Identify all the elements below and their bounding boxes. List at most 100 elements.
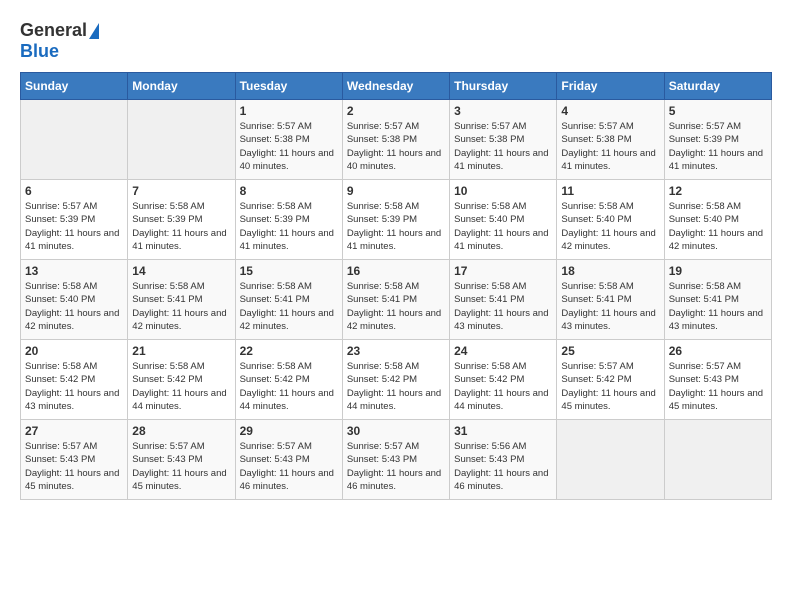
calendar-cell: 12 Sunrise: 5:58 AM Sunset: 5:40 PM Dayli… — [664, 180, 771, 260]
day-of-week-header: Thursday — [450, 73, 557, 100]
day-info: Sunrise: 5:56 AM Sunset: 5:43 PM Dayligh… — [454, 440, 552, 493]
day-info: Sunrise: 5:58 AM Sunset: 5:41 PM Dayligh… — [132, 280, 230, 333]
logo: General Blue — [20, 20, 99, 62]
day-number: 20 — [25, 344, 123, 358]
day-info: Sunrise: 5:58 AM Sunset: 5:39 PM Dayligh… — [347, 200, 445, 253]
day-number: 7 — [132, 184, 230, 198]
calendar-cell: 2 Sunrise: 5:57 AM Sunset: 5:38 PM Daylig… — [342, 100, 449, 180]
day-info: Sunrise: 5:58 AM Sunset: 5:40 PM Dayligh… — [669, 200, 767, 253]
calendar-cell: 15 Sunrise: 5:58 AM Sunset: 5:41 PM Dayli… — [235, 260, 342, 340]
calendar-cell: 24 Sunrise: 5:58 AM Sunset: 5:42 PM Dayli… — [450, 340, 557, 420]
calendar-cell: 16Sunrise: 5:58 AM Sunset: 5:41 PM Dayli… — [342, 260, 449, 340]
day-info: Sunrise: 5:58 AM Sunset: 5:42 PM Dayligh… — [347, 360, 445, 413]
day-of-week-header: Saturday — [664, 73, 771, 100]
calendar-table: SundayMondayTuesdayWednesdayThursdayFrid… — [20, 72, 772, 500]
day-info: Sunrise: 5:58 AM Sunset: 5:41 PM Dayligh… — [454, 280, 552, 333]
day-number: 15 — [240, 264, 338, 278]
day-number: 1 — [240, 104, 338, 118]
day-info: Sunrise: 5:57 AM Sunset: 5:43 PM Dayligh… — [25, 440, 123, 493]
calendar-week-row: 27 Sunrise: 5:57 AM Sunset: 5:43 PM Dayli… — [21, 420, 772, 500]
day-info: Sunrise: 5:57 AM Sunset: 5:43 PM Dayligh… — [347, 440, 445, 493]
calendar-cell: 23 Sunrise: 5:58 AM Sunset: 5:42 PM Dayli… — [342, 340, 449, 420]
day-number: 3 — [454, 104, 552, 118]
calendar-cell: 4Sunrise: 5:57 AM Sunset: 5:38 PM Daylig… — [557, 100, 664, 180]
day-number: 17 — [454, 264, 552, 278]
calendar-cell: 19 Sunrise: 5:58 AM Sunset: 5:41 PM Dayli… — [664, 260, 771, 340]
calendar-cell: 28 Sunrise: 5:57 AM Sunset: 5:43 PM Dayli… — [128, 420, 235, 500]
calendar-cell: 14 Sunrise: 5:58 AM Sunset: 5:41 PM Dayli… — [128, 260, 235, 340]
day-info: Sunrise: 5:58 AM Sunset: 5:42 PM Dayligh… — [132, 360, 230, 413]
day-number: 19 — [669, 264, 767, 278]
day-number: 8 — [240, 184, 338, 198]
calendar-cell: 30Sunrise: 5:57 AM Sunset: 5:43 PM Dayli… — [342, 420, 449, 500]
day-number: 6 — [25, 184, 123, 198]
day-info: Sunrise: 5:57 AM Sunset: 5:43 PM Dayligh… — [669, 360, 767, 413]
calendar-cell: 10 Sunrise: 5:58 AM Sunset: 5:40 PM Dayli… — [450, 180, 557, 260]
day-info: Sunrise: 5:57 AM Sunset: 5:38 PM Dayligh… — [347, 120, 445, 173]
calendar-week-row: 6 Sunrise: 5:57 AM Sunset: 5:39 PM Daylig… — [21, 180, 772, 260]
logo-general-text: General — [20, 20, 87, 41]
calendar-cell — [128, 100, 235, 180]
calendar-cell: 11 Sunrise: 5:58 AM Sunset: 5:40 PM Dayli… — [557, 180, 664, 260]
day-info: Sunrise: 5:57 AM Sunset: 5:43 PM Dayligh… — [240, 440, 338, 493]
day-number: 25 — [561, 344, 659, 358]
day-of-week-header: Friday — [557, 73, 664, 100]
calendar-week-row: 13Sunrise: 5:58 AM Sunset: 5:40 PM Dayli… — [21, 260, 772, 340]
day-info: Sunrise: 5:58 AM Sunset: 5:39 PM Dayligh… — [132, 200, 230, 253]
day-info: Sunrise: 5:58 AM Sunset: 5:41 PM Dayligh… — [240, 280, 338, 333]
day-number: 21 — [132, 344, 230, 358]
day-info: Sunrise: 5:57 AM Sunset: 5:38 PM Dayligh… — [240, 120, 338, 173]
day-of-week-header: Wednesday — [342, 73, 449, 100]
day-info: Sunrise: 5:58 AM Sunset: 5:42 PM Dayligh… — [454, 360, 552, 413]
day-number: 12 — [669, 184, 767, 198]
calendar-cell: 20 Sunrise: 5:58 AM Sunset: 5:42 PM Dayli… — [21, 340, 128, 420]
day-of-week-header: Sunday — [21, 73, 128, 100]
day-number: 9 — [347, 184, 445, 198]
calendar-cell: 1 Sunrise: 5:57 AM Sunset: 5:38 PM Daylig… — [235, 100, 342, 180]
day-number: 31 — [454, 424, 552, 438]
calendar-body: 1 Sunrise: 5:57 AM Sunset: 5:38 PM Daylig… — [21, 100, 772, 500]
day-info: Sunrise: 5:57 AM Sunset: 5:38 PM Dayligh… — [561, 120, 659, 173]
day-number: 24 — [454, 344, 552, 358]
calendar-cell — [664, 420, 771, 500]
day-info: Sunrise: 5:57 AM Sunset: 5:38 PM Dayligh… — [454, 120, 552, 173]
calendar-cell: 26Sunrise: 5:57 AM Sunset: 5:43 PM Dayli… — [664, 340, 771, 420]
day-of-week-header: Monday — [128, 73, 235, 100]
page-header: General Blue — [20, 20, 772, 62]
day-number: 23 — [347, 344, 445, 358]
logo-triangle-icon — [89, 23, 99, 39]
day-info: Sunrise: 5:58 AM Sunset: 5:42 PM Dayligh… — [25, 360, 123, 413]
day-info: Sunrise: 5:58 AM Sunset: 5:40 PM Dayligh… — [454, 200, 552, 253]
day-number: 28 — [132, 424, 230, 438]
day-number: 2 — [347, 104, 445, 118]
day-info: Sunrise: 5:57 AM Sunset: 5:43 PM Dayligh… — [132, 440, 230, 493]
calendar-cell: 9 Sunrise: 5:58 AM Sunset: 5:39 PM Daylig… — [342, 180, 449, 260]
day-info: Sunrise: 5:58 AM Sunset: 5:39 PM Dayligh… — [240, 200, 338, 253]
day-number: 22 — [240, 344, 338, 358]
calendar-cell — [21, 100, 128, 180]
logo-blue-text: Blue — [20, 41, 59, 62]
calendar-header: SundayMondayTuesdayWednesdayThursdayFrid… — [21, 73, 772, 100]
day-info: Sunrise: 5:57 AM Sunset: 5:39 PM Dayligh… — [25, 200, 123, 253]
calendar-cell: 3 Sunrise: 5:57 AM Sunset: 5:38 PM Daylig… — [450, 100, 557, 180]
day-info: Sunrise: 5:58 AM Sunset: 5:41 PM Dayligh… — [347, 280, 445, 333]
day-info: Sunrise: 5:58 AM Sunset: 5:40 PM Dayligh… — [561, 200, 659, 253]
day-of-week-header: Tuesday — [235, 73, 342, 100]
calendar-cell: 21 Sunrise: 5:58 AM Sunset: 5:42 PM Dayli… — [128, 340, 235, 420]
day-number: 18 — [561, 264, 659, 278]
day-number: 11 — [561, 184, 659, 198]
calendar-cell: 7 Sunrise: 5:58 AM Sunset: 5:39 PM Daylig… — [128, 180, 235, 260]
calendar-cell: 8 Sunrise: 5:58 AM Sunset: 5:39 PM Daylig… — [235, 180, 342, 260]
calendar-cell: 25Sunrise: 5:57 AM Sunset: 5:42 PM Dayli… — [557, 340, 664, 420]
day-info: Sunrise: 5:58 AM Sunset: 5:41 PM Dayligh… — [669, 280, 767, 333]
calendar-cell — [557, 420, 664, 500]
calendar-cell: 22Sunrise: 5:58 AM Sunset: 5:42 PM Dayli… — [235, 340, 342, 420]
calendar-cell: 17 Sunrise: 5:58 AM Sunset: 5:41 PM Dayli… — [450, 260, 557, 340]
day-number: 14 — [132, 264, 230, 278]
day-number: 13 — [25, 264, 123, 278]
day-number: 29 — [240, 424, 338, 438]
day-number: 5 — [669, 104, 767, 118]
day-number: 27 — [25, 424, 123, 438]
day-number: 10 — [454, 184, 552, 198]
calendar-cell: 5Sunrise: 5:57 AM Sunset: 5:39 PM Daylig… — [664, 100, 771, 180]
